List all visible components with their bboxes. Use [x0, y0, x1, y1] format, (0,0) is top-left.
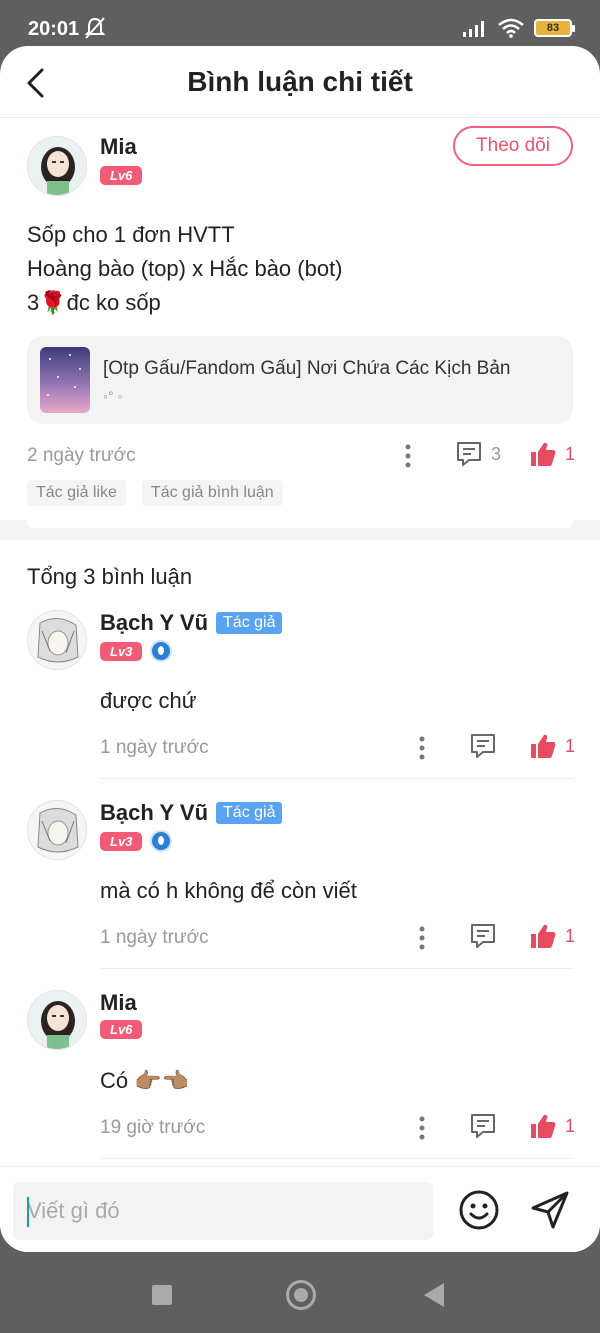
commenter-badges: Lv3 [100, 640, 173, 662]
like-button[interactable]: 1 [529, 440, 575, 468]
level-badge: Lv6 [100, 1020, 143, 1039]
comment-icon [457, 442, 481, 466]
comment-count: 3 [491, 443, 502, 464]
comment-time: 1 ngày trước [100, 737, 209, 758]
comment-separator [100, 778, 574, 779]
comment-time: 19 giờ trước [100, 1117, 206, 1138]
follow-button[interactable]: Theo dõi [453, 126, 573, 166]
like-button[interactable]: 1 [529, 922, 575, 950]
home-icon[interactable] [286, 1280, 316, 1310]
system-nav-bar [0, 1252, 600, 1333]
thumbs-up-icon [531, 924, 556, 948]
story-subtitle: ◦° ◦ [103, 388, 123, 404]
more-options-icon[interactable] [398, 442, 418, 470]
comment-meta: 1 ngày trước 1 [100, 732, 575, 764]
send-icon[interactable] [529, 1189, 571, 1231]
wifi-icon [498, 18, 524, 38]
comment-icon [471, 1114, 495, 1138]
comment-meta: 19 giờ trước 1 [100, 1112, 575, 1144]
comment-header: Bạch Y Vũ Tác giả [100, 610, 283, 636]
author-comment-tag: Tác giả bình luận [141, 480, 283, 506]
commenter-name[interactable]: Mia [100, 990, 137, 1016]
comment-button[interactable]: 3 [455, 440, 501, 468]
post-line: 3🌹đc ko sốp [27, 290, 161, 315]
linked-story-card[interactable]: [Otp Gấu/Fandom Gấu] Nơi Chứa Các Kịch B… [27, 336, 573, 424]
level-badge: Lv3 [100, 831, 143, 851]
avatar-bach-y-vu-image [28, 801, 86, 859]
like-count: 1 [565, 925, 576, 946]
comment-separator [100, 1158, 574, 1159]
commenter-name[interactable]: Bạch Y Vũ [100, 610, 208, 636]
more-options-icon[interactable] [412, 734, 432, 762]
comment-input-bar [0, 1166, 600, 1252]
comment-icon [471, 924, 495, 948]
avatar-bach-y-vu-image [28, 611, 86, 669]
reply-button[interactable] [469, 1112, 497, 1140]
comment-header: Mia [100, 990, 137, 1016]
avatar-mia-image [28, 137, 86, 195]
level-badge: Lv3 [100, 641, 143, 661]
commenter-name[interactable]: Bạch Y Vũ [100, 800, 208, 826]
back-icon[interactable] [424, 1283, 444, 1307]
avatar[interactable] [27, 800, 87, 860]
reply-button[interactable] [469, 732, 497, 760]
avatar-mia-image [28, 991, 86, 1049]
comment-header: Bạch Y Vũ Tác giả [100, 800, 283, 826]
comments-total: Tổng 3 bình luận [27, 564, 193, 589]
like-count: 1 [565, 735, 576, 756]
author-tag: Tác giả [216, 612, 283, 634]
emoji-icon[interactable] [458, 1189, 500, 1231]
author-tag: Tác giả [216, 802, 283, 824]
comment-separator [100, 968, 574, 969]
post-meta: 2 ngày trước 3 1 [27, 440, 575, 472]
section-divider [0, 520, 600, 540]
comment-text: Có 👉🏽👈🏽 [100, 1068, 190, 1093]
comment-text: được chứ [100, 688, 197, 713]
commenter-badges: Lv6 [100, 1020, 143, 1039]
comment-detail-sheet: Bình luận chi tiết Mia Lv6 Theo dõi Sốp … [0, 46, 600, 1252]
text-caret [27, 1197, 29, 1227]
like-button[interactable]: 1 [529, 732, 575, 760]
back-arrow-icon[interactable] [22, 66, 52, 100]
like-button[interactable]: 1 [529, 1112, 575, 1140]
avatar[interactable] [27, 136, 87, 196]
recent-apps-icon[interactable] [152, 1285, 172, 1305]
post-line: Sốp cho 1 đơn HVTT [27, 222, 235, 247]
level-badge: Lv6 [100, 166, 143, 185]
like-count: 1 [565, 443, 576, 464]
avatar[interactable] [27, 990, 87, 1050]
story-title: [Otp Gấu/Fandom Gấu] Nơi Chứa Các Kịch B… [103, 358, 511, 379]
medal-icon [150, 830, 173, 852]
thumbs-up-icon [531, 442, 556, 466]
post-line: Hoàng bào (top) x Hắc bào (bot) [27, 256, 343, 281]
status-icons: 83 [462, 18, 575, 38]
reply-button[interactable] [469, 922, 497, 950]
like-count: 1 [565, 1115, 576, 1136]
signal-icon [463, 21, 484, 37]
header: Bình luận chi tiết [0, 46, 600, 118]
post-author-name[interactable]: Mia [100, 134, 137, 160]
status-time: 20:01 [28, 18, 80, 40]
comment-time: 1 ngày trước [100, 927, 209, 948]
post-author-info: Mia Lv6 [100, 134, 143, 185]
comment-input[interactable] [13, 1182, 433, 1240]
battery-indicator: 83 [534, 19, 575, 37]
comment-icon [471, 734, 495, 758]
page-title: Bình luận chi tiết [187, 65, 413, 97]
medal-icon [150, 640, 173, 662]
author-like-tag: Tác giả like [27, 480, 126, 506]
comment-text: mà có h không để còn viết [100, 878, 357, 903]
more-options-icon[interactable] [412, 924, 432, 952]
story-cover-image [40, 347, 90, 413]
thumbs-up-icon [531, 1114, 556, 1138]
avatar[interactable] [27, 610, 87, 670]
more-options-icon[interactable] [412, 1114, 432, 1142]
post-content: Sốp cho 1 đơn HVTT Hoàng bào (top) x Hắc… [27, 218, 343, 320]
post-time: 2 ngày trước [27, 445, 136, 466]
thumbs-up-icon [531, 734, 556, 758]
bell-muted-icon [84, 17, 106, 39]
commenter-badges: Lv3 [100, 830, 173, 852]
comment-meta: 1 ngày trước 1 [100, 922, 575, 954]
post-tags: Tác giả like Tác giả bình luận [27, 480, 283, 506]
